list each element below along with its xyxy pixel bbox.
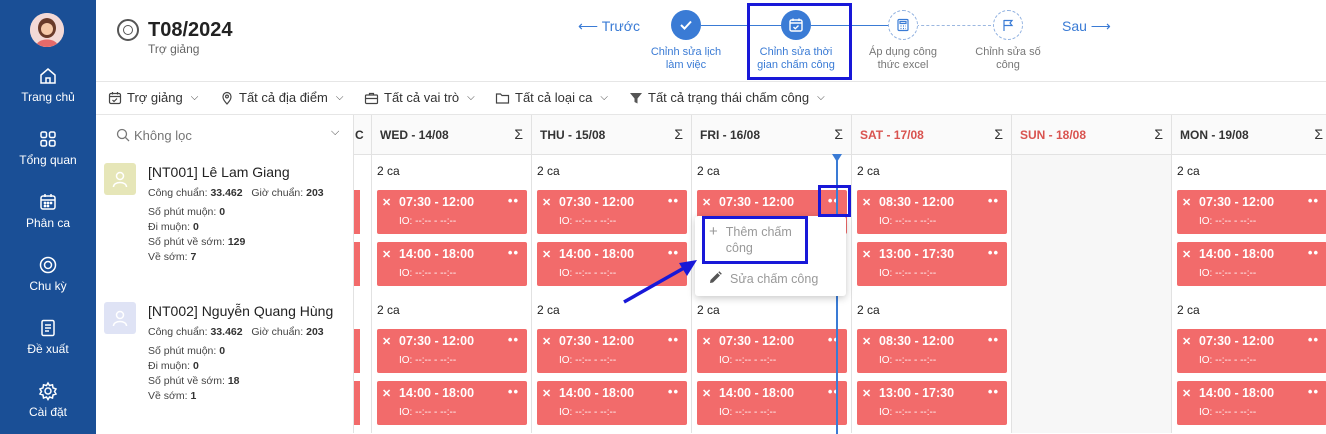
annotation-arrow	[623, 260, 697, 304]
